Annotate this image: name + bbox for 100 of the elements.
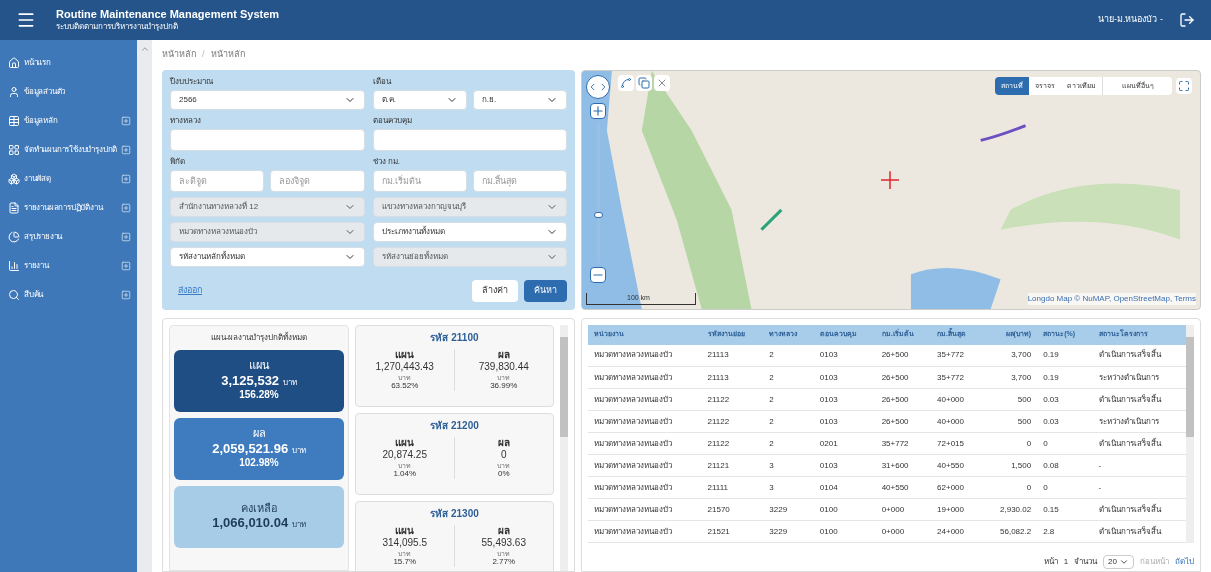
sidebar-item[interactable]: สืบค้น xyxy=(0,280,137,309)
clear-button[interactable]: ล้างค่า xyxy=(472,280,518,302)
table-cell: 0103 xyxy=(813,454,876,477)
expand-icon xyxy=(121,173,131,184)
code-label: แผน xyxy=(395,436,415,449)
input-field[interactable] xyxy=(170,128,365,151)
table-cell: 35+772 xyxy=(931,344,983,367)
total-label: ผล xyxy=(252,427,266,441)
close-icon[interactable] xyxy=(654,74,670,91)
user-icon xyxy=(8,85,20,98)
user-name[interactable]: นาย-ม.หนองบัว - xyxy=(1098,13,1163,27)
fullscreen-icon[interactable] xyxy=(1176,77,1192,94)
code-percent: 63.52% xyxy=(391,380,419,391)
table-cell: 2,930.02 xyxy=(982,498,1038,521)
sidebar-item[interactable]: ข้อมูลส่วนตัว xyxy=(0,77,137,106)
page-label: หน้า xyxy=(1043,556,1058,568)
input-field[interactable]: ลองจิจูด xyxy=(270,169,365,192)
field-label: ช่วง กม. xyxy=(372,155,401,168)
logout-icon[interactable] xyxy=(1179,12,1195,28)
next-page-link[interactable]: ถัดไป xyxy=(1175,556,1194,568)
breadcrumb-current: หน้าหลัก xyxy=(210,48,245,61)
table-cell: 0103 xyxy=(813,388,876,411)
sidebar-item[interactable]: งานพัสดุ xyxy=(0,164,137,193)
sidebar-item[interactable]: หน้าแรก xyxy=(0,48,137,77)
code-percent: 2.77% xyxy=(492,556,516,567)
code-title: รหัส 21100 xyxy=(429,330,480,345)
select-field[interactable]: ก.ย. xyxy=(472,89,567,110)
table-cell: หมวดทางหลวงหนองบัว xyxy=(588,366,702,389)
field-label: ทางหลวง xyxy=(170,114,202,127)
table-cell: 1,500 xyxy=(982,454,1038,477)
table-cell: ดำเนินการเสร็จสิ้น xyxy=(1092,520,1186,543)
code-amount: 0 xyxy=(500,449,507,462)
code-amount: 1,270,443.43 xyxy=(375,361,434,374)
table-cell: 26+500 xyxy=(875,410,932,433)
field-label: ตอนควบคุม xyxy=(372,114,413,127)
table-cell: 21113 xyxy=(701,366,764,389)
table-cell: หมวดทางหลวงหนองบัว xyxy=(588,498,702,521)
table-cell: ดำเนินการเสร็จสิ้น xyxy=(1092,432,1186,455)
table-cell: 40+000 xyxy=(931,410,983,433)
input-field[interactable]: กม.สิ้นสุด xyxy=(472,169,567,192)
total-percent: 156.28% xyxy=(239,389,279,402)
field-label: พิกัด xyxy=(170,155,186,168)
table-cell: - xyxy=(1092,476,1186,499)
map-attribution[interactable]: Longdo Map © NuMAP, OpenStreetMap, Terms xyxy=(1027,292,1196,305)
select-field[interactable]: 2566 xyxy=(170,89,365,110)
menu-icon[interactable] xyxy=(16,10,36,30)
search-button[interactable]: ค้นหา xyxy=(524,280,567,302)
table-cell: ดำเนินการเสร็จสิ้น xyxy=(1092,388,1186,411)
table-cell: 0.19 xyxy=(1037,344,1093,367)
table-cell: หมวดทางหลวงหนองบัว xyxy=(588,344,702,367)
table-cell: 0.03 xyxy=(1037,388,1093,411)
select-field[interactable]: ต.ค. xyxy=(372,89,467,110)
select-field[interactable]: ประเภทงานทั้งหมด xyxy=(372,221,567,242)
sidebar-item[interactable]: ข้อมูลหลัก xyxy=(0,106,137,135)
table-cell: 2 xyxy=(763,432,814,455)
table-cell: 26+500 xyxy=(875,344,932,367)
zoom-slider-thumb[interactable] xyxy=(593,211,603,218)
total-label: แผน xyxy=(248,359,270,373)
sidebar-item[interactable]: จัดทำแผนการใช้งบบำรุงปกติ xyxy=(0,135,137,164)
table-cell: ระหว่างดำเนินการ xyxy=(1092,410,1186,433)
code-percent: 15.7% xyxy=(393,556,417,567)
total-amount: 3,125,532 บาท xyxy=(221,373,297,390)
table-cell: 26+500 xyxy=(875,366,932,389)
input-field[interactable]: ละติจูด xyxy=(170,169,265,192)
table-icon xyxy=(8,114,20,127)
input-field[interactable] xyxy=(372,128,567,151)
table-cell: 62+000 xyxy=(931,476,983,499)
expand-icon xyxy=(121,202,131,213)
chevron-down-icon xyxy=(1119,557,1129,567)
table-cell: 40+550 xyxy=(875,476,932,499)
code-amount: 314,095.5 xyxy=(382,537,427,550)
code-title: รหัส 21200 xyxy=(429,418,480,433)
table-cell: 0100 xyxy=(813,520,876,543)
home-icon xyxy=(8,56,20,69)
code-label: แผน xyxy=(395,524,415,537)
table-cell: 0.03 xyxy=(1037,410,1093,433)
page-size-select[interactable]: 20 xyxy=(1103,555,1134,569)
table-cell: 21122 xyxy=(701,410,764,433)
table-cell: 21570 xyxy=(701,498,764,521)
breadcrumb-link[interactable]: หน้าหลัก xyxy=(162,48,196,62)
expand-icon xyxy=(121,231,131,242)
app-title: Routine Maintenance Management System xyxy=(56,8,280,22)
table-cell: 26+500 xyxy=(875,388,932,411)
table-cell: หมวดทางหลวงหนองบัว xyxy=(588,454,702,477)
code-percent: 0% xyxy=(497,468,510,479)
summary-title: แผน-ผลงานบำรุงปกติทั้งหมด xyxy=(209,331,309,344)
sidebar-item[interactable]: รายงานผลการปฏิบัติงาน xyxy=(0,193,137,222)
table-cell: ดำเนินการเสร็จสิ้น xyxy=(1092,344,1186,367)
sidebar-item[interactable]: รายงาน xyxy=(0,251,137,280)
expand-icon xyxy=(121,115,131,126)
select-field[interactable]: รหัสงานหลักทั้งหมด xyxy=(170,246,365,267)
total-amount: 1,066,010.04 บาท xyxy=(212,515,306,532)
sidebar-item[interactable]: สรุปรายงาน xyxy=(0,222,137,251)
total-percent: 102.98% xyxy=(239,457,279,470)
table-cell: 2 xyxy=(763,366,814,389)
input-field[interactable]: กม.เริ่มต้น xyxy=(372,169,467,192)
search-icon xyxy=(8,288,20,301)
grid-icon xyxy=(8,143,20,156)
table-cell: หมวดทางหลวงหนองบัว xyxy=(588,410,702,433)
code-title: รหัส 21300 xyxy=(429,506,480,521)
